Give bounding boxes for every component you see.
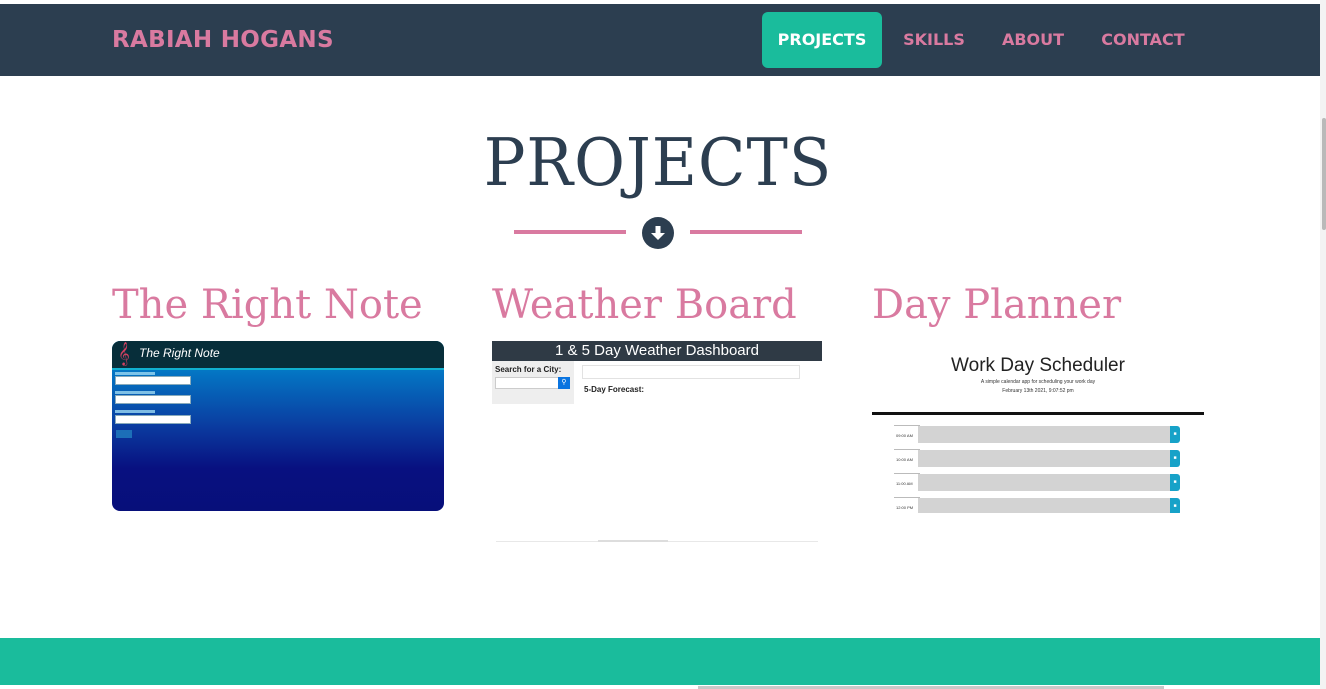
- thumb-time-row: 11:00 AM ■: [894, 473, 1180, 492]
- thumb-select: [115, 415, 191, 424]
- thumb-field: [115, 395, 191, 404]
- project-thumbnail-weather-board[interactable]: 1 & 5 Day Weather Dashboard Search for a…: [492, 341, 822, 545]
- divider-left: [514, 230, 626, 234]
- thumb-time-label: 10:00 AM: [894, 449, 920, 469]
- treble-clef-icon: 𝄞: [118, 343, 130, 365]
- thumb-label: [115, 410, 155, 413]
- thumb-title: Work Day Scheduler: [951, 355, 1125, 376]
- navbar: RABIAH HOGANS PROJECTS SKILLS ABOUT CONT…: [0, 4, 1320, 76]
- nav-skills[interactable]: SKILLS: [894, 12, 974, 68]
- project-thumbnail-day-planner[interactable]: Work Day Scheduler A simple calendar app…: [872, 341, 1204, 513]
- thumb-time-label: 11:00 AM: [894, 473, 920, 493]
- thumb-search-input: [495, 377, 559, 389]
- project-thumbnail-right-note[interactable]: 𝄞 The Right Note: [112, 341, 444, 511]
- nav-contact[interactable]: CONTACT: [1092, 12, 1194, 68]
- divider-right: [690, 230, 802, 234]
- project-title-day-planner[interactable]: Day Planner: [872, 282, 1121, 328]
- thumb-time-row: 12:00 PM ■: [894, 497, 1180, 513]
- section-title: PROJECTS: [483, 124, 833, 201]
- thumb-current-weather-box: [582, 365, 800, 379]
- thumb-time-input: [918, 426, 1170, 443]
- nav-projects[interactable]: PROJECTS: [762, 12, 882, 68]
- save-icon: ■: [1170, 450, 1180, 467]
- vertical-scrollbar-thumb[interactable]: [1322, 118, 1326, 230]
- save-icon: ■: [1170, 426, 1180, 443]
- thumb-divider: [598, 540, 668, 542]
- thumb-enter-button: [116, 430, 132, 438]
- thumb-time-row: 10:00 AM ■: [894, 449, 1180, 468]
- thumb-time-label: 09:00 AM: [894, 425, 920, 445]
- thumb-app-title: The Right Note: [139, 346, 220, 360]
- nav-about[interactable]: ABOUT: [992, 12, 1074, 68]
- search-icon: ⚲: [558, 377, 570, 389]
- thumb-time-input: [918, 474, 1170, 491]
- thumb-date: February 13th 2021, 9:07:52 pm: [1002, 388, 1074, 394]
- thumb-search-label: Search for a City:: [495, 365, 562, 374]
- thumb-field: [115, 376, 191, 385]
- project-title-weather-board[interactable]: Weather Board: [492, 282, 797, 328]
- save-icon: ■: [1170, 498, 1180, 513]
- arrow-down-circle-icon: [642, 217, 674, 249]
- thumb-time-row: 09:00 AM ■: [894, 425, 1180, 444]
- next-section-band: [0, 638, 1320, 685]
- thumb-time-label: 12:00 PM: [894, 497, 920, 513]
- thumb-forecast-label: 5-Day Forecast:: [584, 385, 645, 394]
- thumb-rule: [872, 412, 1204, 415]
- thumb-label: [115, 391, 155, 394]
- vertical-scrollbar-track[interactable]: [1320, 0, 1326, 689]
- project-title-right-note[interactable]: The Right Note: [112, 282, 423, 328]
- thumb-header: 1 & 5 Day Weather Dashboard: [492, 341, 822, 361]
- save-icon: ■: [1170, 474, 1180, 491]
- brand-link[interactable]: RABIAH HOGANS: [112, 4, 334, 76]
- thumb-label: [115, 372, 155, 375]
- thumb-subtitle: A simple calendar app for scheduling you…: [980, 379, 1096, 385]
- thumb-time-input: [918, 498, 1170, 513]
- thumb-header: 𝄞 The Right Note: [112, 341, 444, 370]
- thumb-time-input: [918, 450, 1170, 467]
